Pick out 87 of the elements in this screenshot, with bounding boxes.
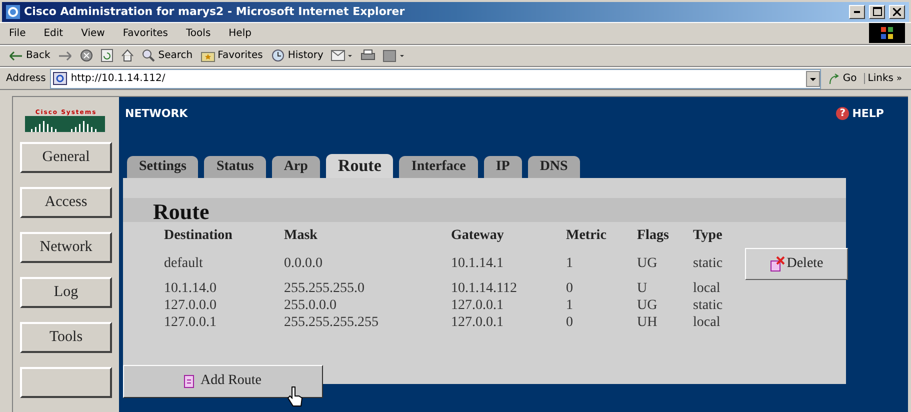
sidebar-button[interactable]: Network	[20, 232, 112, 263]
table-cell-text: static	[693, 298, 724, 314]
table-cell-text: 255.255.255.0	[284, 280, 366, 297]
column-header: Gateway	[451, 228, 505, 244]
table-cell-text: UG	[637, 298, 658, 314]
table-cell-text: local	[693, 315, 722, 332]
menu-item[interactable]: File	[6, 26, 29, 41]
maximize-button[interactable]	[869, 4, 885, 19]
back-button[interactable]: Back	[6, 50, 54, 62]
delete-page-icon	[770, 256, 786, 272]
minimize-button[interactable]	[849, 4, 865, 19]
back-arrow-icon	[9, 50, 23, 61]
help-icon: ?	[836, 106, 850, 120]
table-cell-text: 10.1.14.1	[451, 256, 504, 272]
table-cell-text: 1	[566, 298, 574, 314]
links-button[interactable]: Links »	[864, 73, 905, 84]
table-cell-text: static	[693, 256, 724, 272]
sidebar-button[interactable]: Tools	[20, 322, 112, 353]
stop-icon	[80, 49, 94, 62]
address-field[interactable]: http://10.1.14.112/	[50, 68, 821, 89]
tab[interactable]: Arp	[272, 156, 320, 178]
favorites-button[interactable]: Favorites	[198, 50, 266, 62]
home-icon	[121, 49, 134, 62]
hand-cursor-icon	[287, 386, 303, 408]
table-cell-text: U	[637, 280, 648, 297]
table-cell-text: default	[164, 256, 204, 272]
close-icon	[893, 8, 901, 16]
table-cell-text: 127.0.0.1	[451, 298, 504, 314]
tab[interactable]: DNS	[528, 156, 580, 178]
minimize-icon	[854, 10, 860, 13]
delete-button[interactable]: Delete	[745, 248, 848, 280]
sidebar-button[interactable]: Access	[20, 186, 112, 218]
go-arrow-icon	[828, 72, 840, 85]
table-cell-text: 0.0.0.0	[284, 256, 324, 272]
maximize-icon	[872, 7, 882, 16]
column-header: Type	[693, 228, 724, 244]
browser-icon	[6, 4, 20, 19]
panel-title: Route	[123, 198, 846, 222]
tab[interactable]: Route	[326, 154, 394, 178]
table-cell-text: 127.0.0.1	[451, 315, 504, 332]
menu-item[interactable]: Edit	[40, 26, 66, 41]
tab[interactable]: IP	[484, 156, 522, 178]
table-cell-text: 1	[566, 256, 574, 272]
window-title: Cisco Administration for marys2 - Microsoft Internet Explorer	[24, 5, 406, 18]
tab[interactable]: Interface	[399, 156, 478, 178]
table-cell-text: 127.0.0.1	[164, 315, 218, 332]
table-cell-text: UG	[637, 256, 658, 272]
printer-icon	[361, 49, 376, 62]
table-cell-text: 0	[566, 315, 574, 332]
menu-item[interactable]: Favorites	[120, 26, 172, 41]
mail-icon	[331, 49, 354, 62]
section-title: NETWORK	[125, 106, 188, 120]
menu-item[interactable]: View	[78, 26, 108, 41]
table-cell-text: 0	[566, 280, 574, 297]
forward-arrow-icon	[58, 50, 72, 61]
column-header: Destination	[164, 228, 234, 244]
history-button[interactable]: History	[268, 49, 326, 62]
help-link[interactable]: ? HELP	[836, 106, 884, 120]
sidebar-button[interactable]: General	[20, 142, 112, 173]
search-icon	[142, 49, 156, 62]
column-header: Flags	[637, 228, 670, 244]
search-button[interactable]: Search	[139, 49, 196, 62]
clock-icon	[270, 49, 285, 62]
column-header: Mask	[284, 228, 318, 244]
go-button[interactable]: Go	[824, 72, 860, 85]
menu-item[interactable]: Help	[226, 26, 254, 41]
table-cell-text: 255.255.255.255	[284, 315, 380, 332]
add-route-button[interactable]: Add Route	[123, 364, 323, 398]
tab[interactable]: Settings	[127, 156, 198, 178]
edit-icon	[383, 49, 406, 62]
table-cell-text: local	[693, 280, 722, 297]
windows-logo-icon	[869, 23, 905, 44]
table-cell-text: 127.0.0.0	[164, 298, 218, 314]
sidebar-button[interactable]: Log	[20, 276, 112, 308]
column-header: Metric	[566, 228, 608, 244]
close-button[interactable]	[889, 4, 905, 19]
page-icon	[52, 72, 67, 86]
table-cell-text: 10.1.14.0	[164, 280, 218, 297]
page-icon	[184, 374, 194, 388]
menu-item[interactable]: Tools	[183, 26, 214, 41]
table-cell-text: 10.1.14.112	[451, 280, 518, 297]
address-label: Address	[6, 73, 46, 84]
table-cell-text: UH	[637, 315, 658, 332]
table-cell-text: 255.0.0.0	[284, 298, 338, 314]
refresh-icon	[101, 49, 114, 62]
sidebar-button[interactable]	[20, 366, 112, 398]
tab[interactable]: Status	[204, 156, 266, 178]
